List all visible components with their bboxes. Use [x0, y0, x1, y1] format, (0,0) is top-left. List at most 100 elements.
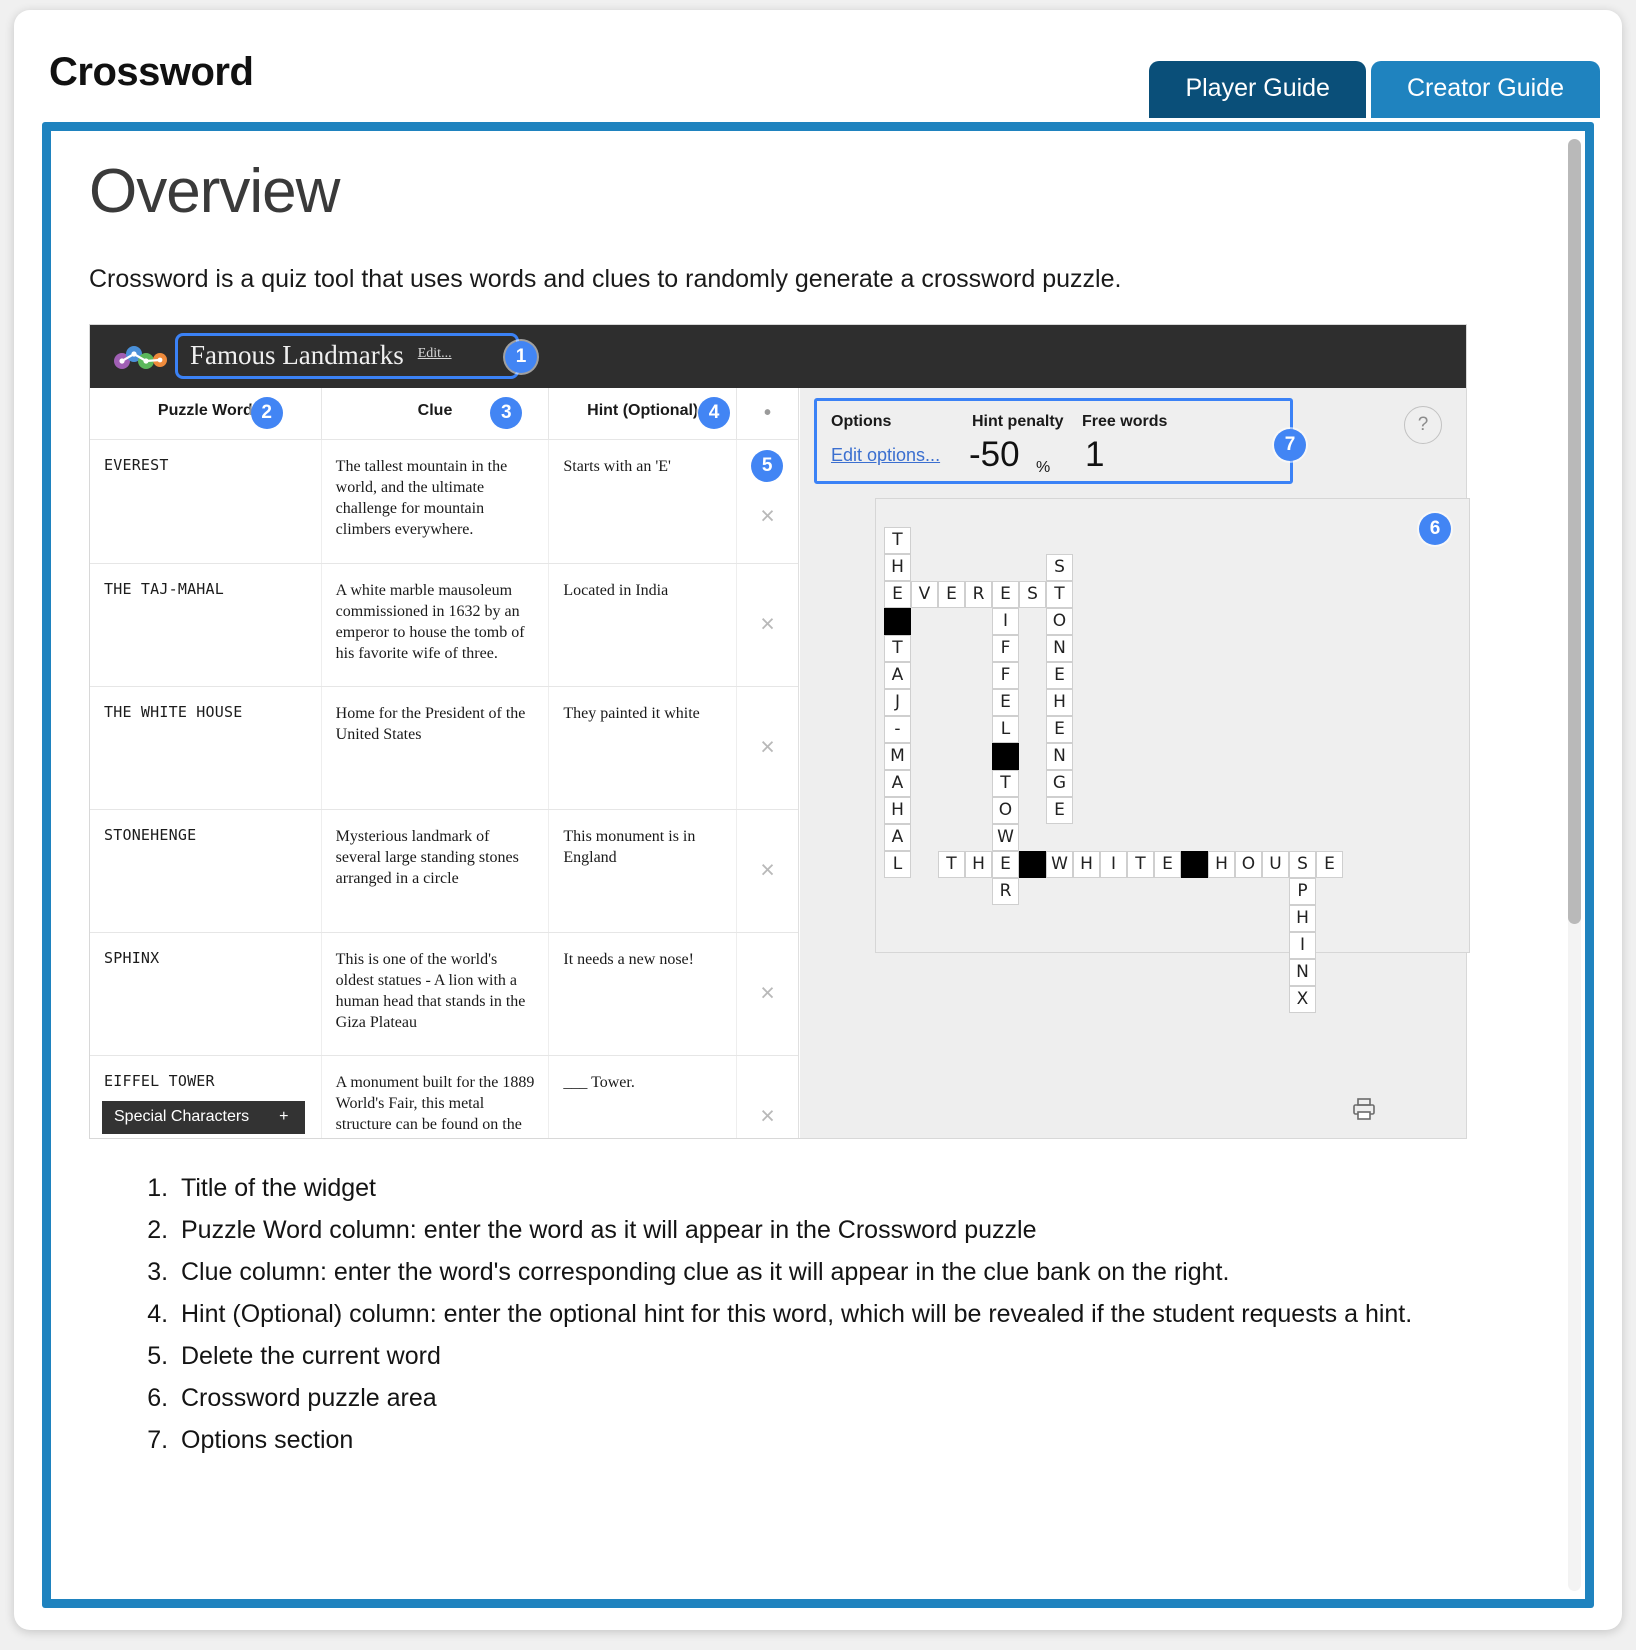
callout-5: 5 — [751, 449, 784, 482]
crossword-cell[interactable]: L — [992, 715, 1019, 743]
crossword-cell[interactable]: E — [1046, 715, 1073, 743]
delete-word-button[interactable]: × — [760, 503, 775, 529]
cell-clue[interactable]: A monument built for the 1889 World's Fa… — [336, 1074, 535, 1138]
crossword-cell[interactable]: I — [992, 607, 1019, 635]
crossword-cell[interactable]: H — [884, 796, 911, 824]
crossword-cell[interactable]: I — [1100, 850, 1127, 878]
delete-word-button[interactable]: × — [760, 858, 775, 883]
crossword-cell[interactable]: R — [992, 877, 1019, 905]
crossword-cell-blank[interactable] — [992, 742, 1019, 770]
list-item: Delete the current word — [175, 1335, 1531, 1377]
scrollbar-thumb[interactable] — [1568, 139, 1581, 924]
page-header: Crossword Player Guide Creator Guide — [14, 10, 1622, 122]
crossword-cell[interactable]: S — [1019, 580, 1046, 608]
delete-word-button[interactable]: × — [760, 612, 775, 637]
cell-word[interactable]: EVEREST — [104, 456, 169, 474]
crossword-cell[interactable]: H — [1046, 688, 1073, 716]
cell-clue[interactable]: Mysterious landmark of several large sta… — [336, 828, 519, 888]
delete-word-button[interactable]: × — [760, 735, 775, 760]
special-characters-button[interactable]: Special Characters + — [102, 1100, 305, 1134]
crossword-cell[interactable]: J — [884, 688, 911, 716]
crossword-cell[interactable]: N — [1046, 634, 1073, 662]
cell-clue[interactable]: Home for the President of the United Sta… — [336, 705, 526, 743]
crossword-cell[interactable]: I — [1289, 931, 1316, 959]
crossword-cell[interactable]: O — [992, 796, 1019, 824]
callout-6: 6 — [1419, 512, 1451, 545]
crossword-cell-blank[interactable] — [1181, 850, 1208, 878]
crossword-cell[interactable]: U — [1262, 850, 1289, 878]
crossword-puzzle-area[interactable]: 6 THEVERESTSIOTFNAFEJEH-LEMNATGHOEAWLTHE… — [875, 497, 1470, 1013]
help-icon[interactable]: ? — [1404, 405, 1442, 444]
crossword-cell[interactable]: G — [1046, 769, 1073, 797]
cell-word[interactable]: EIFFEL TOWER — [104, 1072, 215, 1090]
crossword-cell[interactable]: A — [884, 769, 911, 797]
print-icon[interactable] — [1352, 1097, 1376, 1120]
cell-hint[interactable]: Starts with an 'E' — [563, 458, 671, 475]
tab-player-guide[interactable]: Player Guide — [1149, 61, 1366, 119]
crossword-cell[interactable]: E — [938, 580, 965, 608]
cell-word[interactable]: THE WHITE HOUSE — [104, 703, 242, 721]
crossword-cell[interactable]: H — [1289, 904, 1316, 932]
crossword-cell[interactable]: T — [938, 850, 965, 878]
crossword-cell[interactable]: E — [992, 580, 1019, 608]
crossword-cell[interactable]: T — [1046, 580, 1073, 608]
crossword-cell[interactable]: H — [1073, 850, 1100, 878]
crossword-cell[interactable]: O — [1046, 607, 1073, 635]
crossword-cell-blank[interactable] — [884, 607, 911, 635]
crossword-cell[interactable]: L — [884, 850, 911, 878]
crossword-cell[interactable]: H — [884, 553, 911, 581]
crossword-cell[interactable]: T — [884, 526, 911, 554]
crossword-cell[interactable]: H — [1208, 850, 1235, 878]
cell-clue[interactable]: The tallest mountain in the world, and t… — [336, 458, 508, 539]
delete-word-button[interactable]: × — [760, 981, 775, 1006]
crossword-cell[interactable]: T — [1127, 850, 1154, 878]
crossword-cell[interactable]: W — [992, 823, 1019, 851]
cell-hint[interactable]: ___ Tower. — [563, 1074, 634, 1091]
crossword-cell[interactable]: E — [1046, 661, 1073, 689]
crossword-cell[interactable]: E — [1316, 850, 1343, 878]
crossword-cell[interactable]: F — [992, 634, 1019, 662]
crossword-cell[interactable]: N — [1289, 958, 1316, 986]
delete-word-button[interactable]: × — [760, 1104, 775, 1129]
cell-word[interactable]: STONEHENGE — [104, 826, 196, 844]
crossword-cell[interactable]: A — [884, 823, 911, 851]
cell-clue[interactable]: A white marble mausoleum commissioned in… — [336, 582, 525, 663]
crossword-cell[interactable]: E — [884, 580, 911, 608]
cell-word[interactable]: SPHINX — [104, 949, 159, 967]
cell-hint[interactable]: They painted it white — [563, 705, 699, 722]
crossword-cell[interactable]: O — [1235, 850, 1262, 878]
cell-word[interactable]: THE TAJ-MAHAL — [104, 580, 224, 598]
cell-hint[interactable]: It needs a new nose! — [563, 951, 694, 968]
page-title: Crossword — [49, 50, 254, 94]
cell-clue[interactable]: This is one of the world's oldest statue… — [336, 951, 526, 1032]
crossword-cell[interactable]: S — [1289, 850, 1316, 878]
crossword-cell[interactable]: F — [992, 661, 1019, 689]
crossword-cell[interactable]: H — [965, 850, 992, 878]
column-header-clue-label: Clue — [417, 401, 453, 419]
cell-hint[interactable]: Located in India — [563, 582, 668, 599]
cell-hint[interactable]: This monument is in England — [563, 828, 695, 866]
crossword-cell[interactable]: M — [884, 742, 911, 770]
tab-creator-guide[interactable]: Creator Guide — [1370, 61, 1600, 119]
crossword-cell[interactable]: P — [1289, 877, 1316, 905]
crossword-cell-blank[interactable] — [1019, 850, 1046, 878]
edit-options-link[interactable]: Edit options... — [831, 445, 940, 466]
app-screenshot: Famous Landmarks Edit... 1 Puzzle Word 2 — [89, 323, 1470, 1139]
crossword-cell[interactable]: X — [1289, 985, 1316, 1013]
crossword-cell[interactable]: A — [884, 661, 911, 689]
crossword-cell[interactable]: E — [992, 688, 1019, 716]
crossword-cell[interactable]: N — [1046, 742, 1073, 770]
crossword-cell[interactable]: W — [1046, 850, 1073, 878]
widget-title-edit-link[interactable]: Edit... — [418, 346, 452, 365]
crossword-cell[interactable]: - — [884, 715, 911, 743]
crossword-cell[interactable]: S — [1046, 553, 1073, 581]
content-frame: Overview Crossword is a quiz tool that u… — [42, 122, 1594, 1608]
crossword-cell[interactable]: V — [911, 580, 938, 608]
crossword-cell[interactable]: E — [1154, 850, 1181, 878]
crossword-cell[interactable]: T — [992, 769, 1019, 797]
crossword-cell[interactable]: E — [992, 850, 1019, 878]
widget-title-field[interactable]: Famous Landmarks Edit... — [175, 332, 519, 379]
crossword-cell[interactable]: E — [1046, 796, 1073, 824]
crossword-cell[interactable]: R — [965, 580, 992, 608]
crossword-cell[interactable]: T — [884, 634, 911, 662]
